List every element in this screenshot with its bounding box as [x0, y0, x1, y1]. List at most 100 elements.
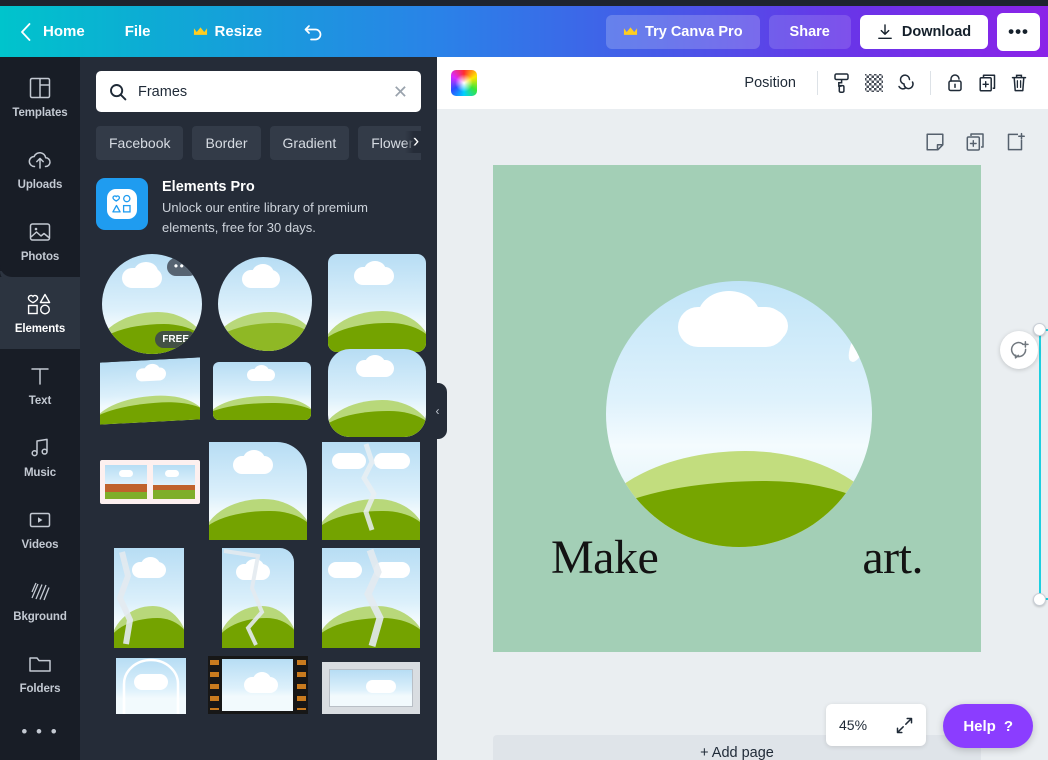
search-suggestion-pills: Facebook Border Gradient Flowers ›	[96, 125, 421, 161]
circle-landscape-frame[interactable]	[606, 281, 872, 547]
try-canva-pro-button[interactable]: Try Canva Pro	[606, 15, 760, 49]
undo-icon	[304, 23, 324, 41]
frame-thumbnail-torn-tall-2[interactable]	[222, 548, 294, 648]
sidebar-more-label: • • •	[21, 722, 58, 742]
frame-thumbnail-torn-wide[interactable]	[322, 548, 420, 648]
frame-thumbnail-torn-1[interactable]	[322, 442, 420, 540]
toolbar-divider	[817, 71, 818, 95]
text-icon	[29, 363, 51, 389]
sidebar-item-folders[interactable]: Folders	[0, 637, 80, 709]
sidebar-item-videos[interactable]: Videos	[0, 493, 80, 565]
elements-pro-promo[interactable]: Elements Pro Unlock our entire library o…	[96, 178, 421, 238]
elements-panel: ✕ Facebook Border Gradient Flowers › Ele…	[80, 57, 437, 760]
page-tools	[922, 129, 1028, 155]
torn-paper-overlay	[114, 548, 184, 648]
top-bar-left: Home File Resize	[0, 6, 334, 57]
sidebar-item-text[interactable]: Text	[0, 349, 80, 421]
film-perforations	[210, 660, 219, 710]
headline-right: art.	[862, 530, 923, 585]
frame-thumbnail-filmstrip[interactable]	[208, 656, 308, 714]
add-page-icon[interactable]	[1002, 129, 1028, 155]
pill-facebook[interactable]: Facebook	[96, 126, 183, 160]
resize-label: Resize	[215, 23, 263, 40]
music-note-icon	[29, 435, 51, 461]
sidebar-label: Templates	[12, 107, 67, 119]
selection-edge-bottom	[1039, 598, 1048, 600]
torn-paper-overlay	[322, 442, 420, 540]
sidebar-more-button[interactable]: • • •	[0, 709, 80, 755]
add-comment-button[interactable]	[1000, 331, 1038, 369]
film-perforations	[297, 660, 306, 710]
sidebar-label: Music	[24, 467, 56, 479]
sidebar-item-music[interactable]: Music	[0, 421, 80, 493]
sidebar-item-templates[interactable]: Templates	[0, 61, 80, 133]
share-button[interactable]: Share	[769, 15, 851, 49]
download-label: Download	[902, 24, 971, 40]
arch-outline	[116, 658, 186, 714]
video-icon	[28, 507, 52, 533]
resize-handle-top-left[interactable]	[1033, 323, 1046, 336]
frame-thumbnail-book-spread[interactable]	[100, 460, 200, 504]
frame-thumbnail-scalloped[interactable]	[215, 254, 315, 354]
download-icon	[877, 24, 893, 40]
pill-border[interactable]: Border	[192, 126, 260, 160]
help-button[interactable]: Help ?	[943, 704, 1033, 748]
close-icon[interactable]: ✕	[393, 83, 408, 101]
cloud-shape	[366, 680, 396, 693]
position-button[interactable]: Position	[731, 68, 809, 98]
back-button[interactable]	[0, 17, 33, 47]
promo-description: Unlock our entire library of premium ele…	[162, 198, 387, 238]
sidebar-label: Bkground	[13, 611, 67, 623]
headline-text[interactable]: Make art.	[493, 530, 981, 585]
paint-roller-icon[interactable]	[826, 67, 858, 99]
resize-handle-bottom-left[interactable]	[1033, 593, 1046, 606]
frame-thumbnail-blob[interactable]	[328, 349, 426, 437]
trash-icon[interactable]	[1003, 67, 1035, 99]
notes-icon[interactable]	[922, 129, 948, 155]
frame-thumbnail-torn-tall[interactable]	[114, 548, 184, 648]
zoom-value: 45%	[839, 717, 867, 733]
templates-icon	[29, 75, 51, 101]
home-button[interactable]: Home	[33, 17, 95, 46]
more-options-button[interactable]: •••	[997, 13, 1040, 51]
zoom-control[interactable]: 45%	[826, 704, 926, 746]
collapse-panel-button[interactable]: ‹	[428, 383, 447, 439]
sidebar-item-background[interactable]: Bkground	[0, 565, 80, 637]
file-menu-button[interactable]: File	[115, 17, 161, 46]
canva-editor-window: Home File Resize	[0, 0, 1048, 760]
search-bar[interactable]: ✕	[96, 71, 421, 112]
resize-button[interactable]: Resize	[183, 17, 273, 46]
frame-thumbnail-rounded-square[interactable]	[328, 254, 426, 352]
duplicate-icon[interactable]	[971, 67, 1003, 99]
crown-icon	[623, 26, 638, 38]
sidebar-item-elements[interactable]: Elements	[0, 277, 80, 349]
frame-thumbnail-skewed[interactable]	[100, 358, 200, 425]
thumbnail-options-badge[interactable]: •••	[167, 258, 198, 276]
sidebar-label: Folders	[20, 683, 61, 695]
transparency-icon[interactable]	[858, 67, 890, 99]
undo-button[interactable]	[294, 17, 334, 47]
expand-icon[interactable]	[896, 717, 913, 734]
frame-thumbnail-arch-outline[interactable]	[116, 658, 186, 714]
frame-thumbnail-wide[interactable]	[213, 362, 311, 420]
cloud-shape	[698, 291, 760, 341]
frame-thumbnail-corner-cut[interactable]	[209, 442, 307, 540]
sidebar-label: Elements	[15, 323, 65, 335]
search-input[interactable]	[138, 84, 382, 100]
frame-thumbnail-photo-frame[interactable]	[322, 662, 420, 714]
file-label: File	[125, 23, 151, 40]
selection-box	[1039, 329, 1048, 600]
chevron-right-icon[interactable]: ›	[405, 131, 421, 153]
frame-thumbnail-circle-selected[interactable]: ••• FREE	[102, 254, 202, 354]
color-swatch-icon[interactable]	[451, 70, 477, 96]
top-bar: Home File Resize	[0, 6, 1048, 57]
folder-icon	[28, 651, 52, 677]
design-page[interactable]: Make art. Neil Gaiman	[493, 165, 981, 652]
lock-icon[interactable]	[939, 67, 971, 99]
pill-gradient[interactable]: Gradient	[270, 126, 350, 160]
download-button[interactable]: Download	[860, 15, 988, 49]
sidebar-item-uploads[interactable]: Uploads	[0, 133, 80, 205]
sidebar-item-photos[interactable]: Photos	[0, 205, 80, 277]
animate-icon[interactable]	[890, 67, 922, 99]
duplicate-page-icon[interactable]	[962, 129, 988, 155]
